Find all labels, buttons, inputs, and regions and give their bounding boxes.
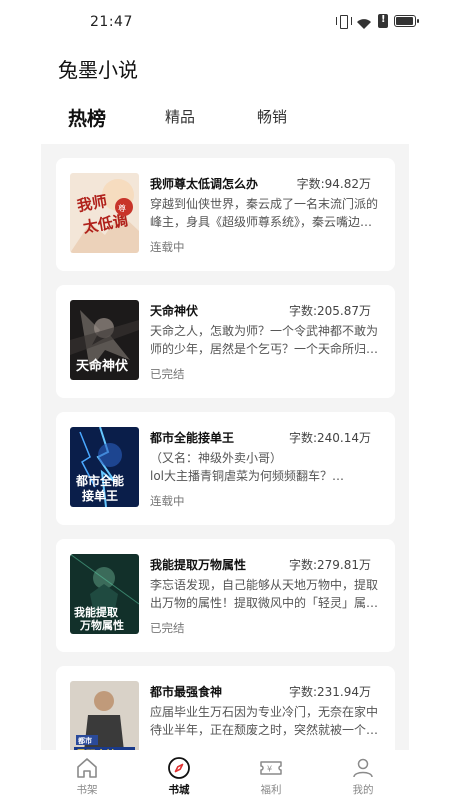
nav-label: 我的 [352, 784, 374, 796]
wifi-icon [356, 15, 372, 29]
svg-text:天命神伏: 天命神伏 [76, 358, 128, 374]
status-bar: 21:47 [0, 0, 450, 44]
svg-text:都市全能: 都市全能 [75, 473, 124, 488]
bottom-nav: 书架 书城 ¥ 福利 我的 [0, 750, 450, 800]
category-tabs: 热榜 精品 畅销 [68, 104, 408, 134]
nav-bookstore[interactable]: 书城 [149, 756, 209, 797]
word-count: 字数:240.14万 [288, 431, 371, 445]
book-title: 我能提取万物属性 [150, 558, 247, 572]
compass-icon [168, 757, 190, 779]
book-cover: 都市 最强食神 [70, 681, 139, 750]
status-time: 21:47 [90, 14, 133, 30]
app-title: 兔墨小说 [58, 58, 138, 82]
book-description-line: 穿越到仙侠世界，秦云成了一名末流门派的 [150, 197, 379, 211]
tab-hot[interactable]: 热榜 [68, 104, 106, 131]
book-cover: 天命神伏 [70, 300, 139, 380]
book-status: 已完结 [150, 367, 185, 381]
nav-label: 书城 [168, 784, 190, 796]
book-description-line: 李忘语发现，自己能够从天地万物中，提取 [150, 578, 379, 592]
book-description: 天命之人，怎敢为师？一个令武神都不敢为 师的少年，居然是个乞丐？一个天命所归… [150, 322, 386, 358]
nav-label: 福利 [260, 784, 282, 796]
book-cover: 都市全能 接单王 [70, 427, 139, 507]
svg-text:都市: 都市 [77, 736, 92, 745]
book-card[interactable]: 都市 最强食神 都市最强食神 字数:231.94万 应届毕业生万石因为专业冷门，… [56, 666, 395, 750]
svg-text:¥: ¥ [267, 765, 272, 774]
home-icon [77, 758, 97, 778]
nav-welfare[interactable]: ¥ 福利 [241, 756, 301, 797]
book-status: 连载中 [150, 494, 185, 508]
book-card[interactable]: 我能提取 万物属性 我能提取万物属性 字数:279.81万 李忘语发现，自己能够… [56, 539, 395, 652]
svg-text:接单王: 接单王 [82, 488, 118, 503]
book-cover: 我能提取 万物属性 [70, 554, 139, 634]
battery-alert-icon [378, 14, 388, 28]
book-description-line: 待业半年，正在颓废之时，突然就被一个… [150, 723, 379, 737]
book-cover: 我师 太低调 尊 [70, 173, 139, 253]
word-count: 字数:94.82万 [296, 177, 371, 191]
book-list[interactable]: 我师 太低调 尊 我师尊太低调怎么办 字数:94.82万 穿越到仙侠世界，秦云成… [41, 144, 409, 750]
nav-bookshelf[interactable]: 书架 [57, 756, 117, 797]
book-description: （又名：神级外卖小哥） lol大主播青铜虐菜为何频频翻车？… [150, 449, 386, 485]
book-title: 我师尊太低调怎么办 [150, 177, 259, 191]
word-count: 字数:231.94万 [288, 685, 371, 699]
book-description: 李忘语发现，自己能够从天地万物中，提取 出万物的属性！提取微风中的「轻灵」属… [150, 576, 386, 612]
tab-premium[interactable]: 精品 [165, 106, 195, 127]
book-description-line: 天命之人，怎敢为师？一个令武神都不敢为 [150, 324, 379, 338]
svg-text:尊: 尊 [118, 203, 126, 213]
book-status: 已完结 [150, 621, 185, 635]
book-description-line: 师的少年，居然是个乞丐？一个天命所归… [150, 342, 379, 356]
svg-text:万物属性: 万物属性 [79, 618, 124, 632]
book-card[interactable]: 天命神伏 天命神伏 字数:205.87万 天命之人，怎敢为师？一个令武神都不敢为… [56, 285, 395, 398]
book-card[interactable]: 我师 太低调 尊 我师尊太低调怎么办 字数:94.82万 穿越到仙侠世界，秦云成… [56, 158, 395, 271]
book-status: 连载中 [150, 240, 185, 254]
nav-mine[interactable]: 我的 [333, 756, 393, 797]
book-description-line: 应届毕业生万石因为专业冷门，无奈在家中 [150, 705, 379, 719]
tab-bestseller[interactable]: 畅销 [257, 106, 287, 127]
book-title: 都市最强食神 [150, 685, 223, 699]
book-title: 都市全能接单王 [150, 431, 235, 445]
book-description-line: 出万物的属性！提取微风中的「轻灵」属… [150, 596, 379, 610]
book-card[interactable]: 都市全能 接单王 都市全能接单王 字数:240.14万 （又名：神级外卖小哥） … [56, 412, 395, 525]
book-description-line: lol大主播青铜虐菜为何频频翻车？… [150, 469, 345, 483]
vibrate-icon [336, 14, 352, 29]
book-description-line: 峰主，身具《超级师尊系统》，秦云嘴边… [150, 215, 373, 229]
status-icons [336, 14, 419, 29]
word-count: 字数:205.87万 [288, 304, 371, 318]
book-description: 穿越到仙侠世界，秦云成了一名末流门派的 峰主，身具《超级师尊系统》，秦云嘴边… [150, 195, 386, 231]
battery-icon [394, 15, 419, 27]
nav-label: 书架 [76, 784, 98, 796]
svg-text:我能提取: 我能提取 [74, 605, 118, 619]
book-title: 天命神伏 [150, 304, 199, 318]
person-icon [353, 758, 373, 778]
book-description: 应届毕业生万石因为专业冷门，无奈在家中 待业半年，正在颓废之时，突然就被一个… [150, 703, 386, 739]
ticket-icon: ¥ [260, 761, 282, 775]
word-count: 字数:279.81万 [288, 558, 371, 572]
book-description-line: （又名：神级外卖小哥） [150, 451, 283, 465]
